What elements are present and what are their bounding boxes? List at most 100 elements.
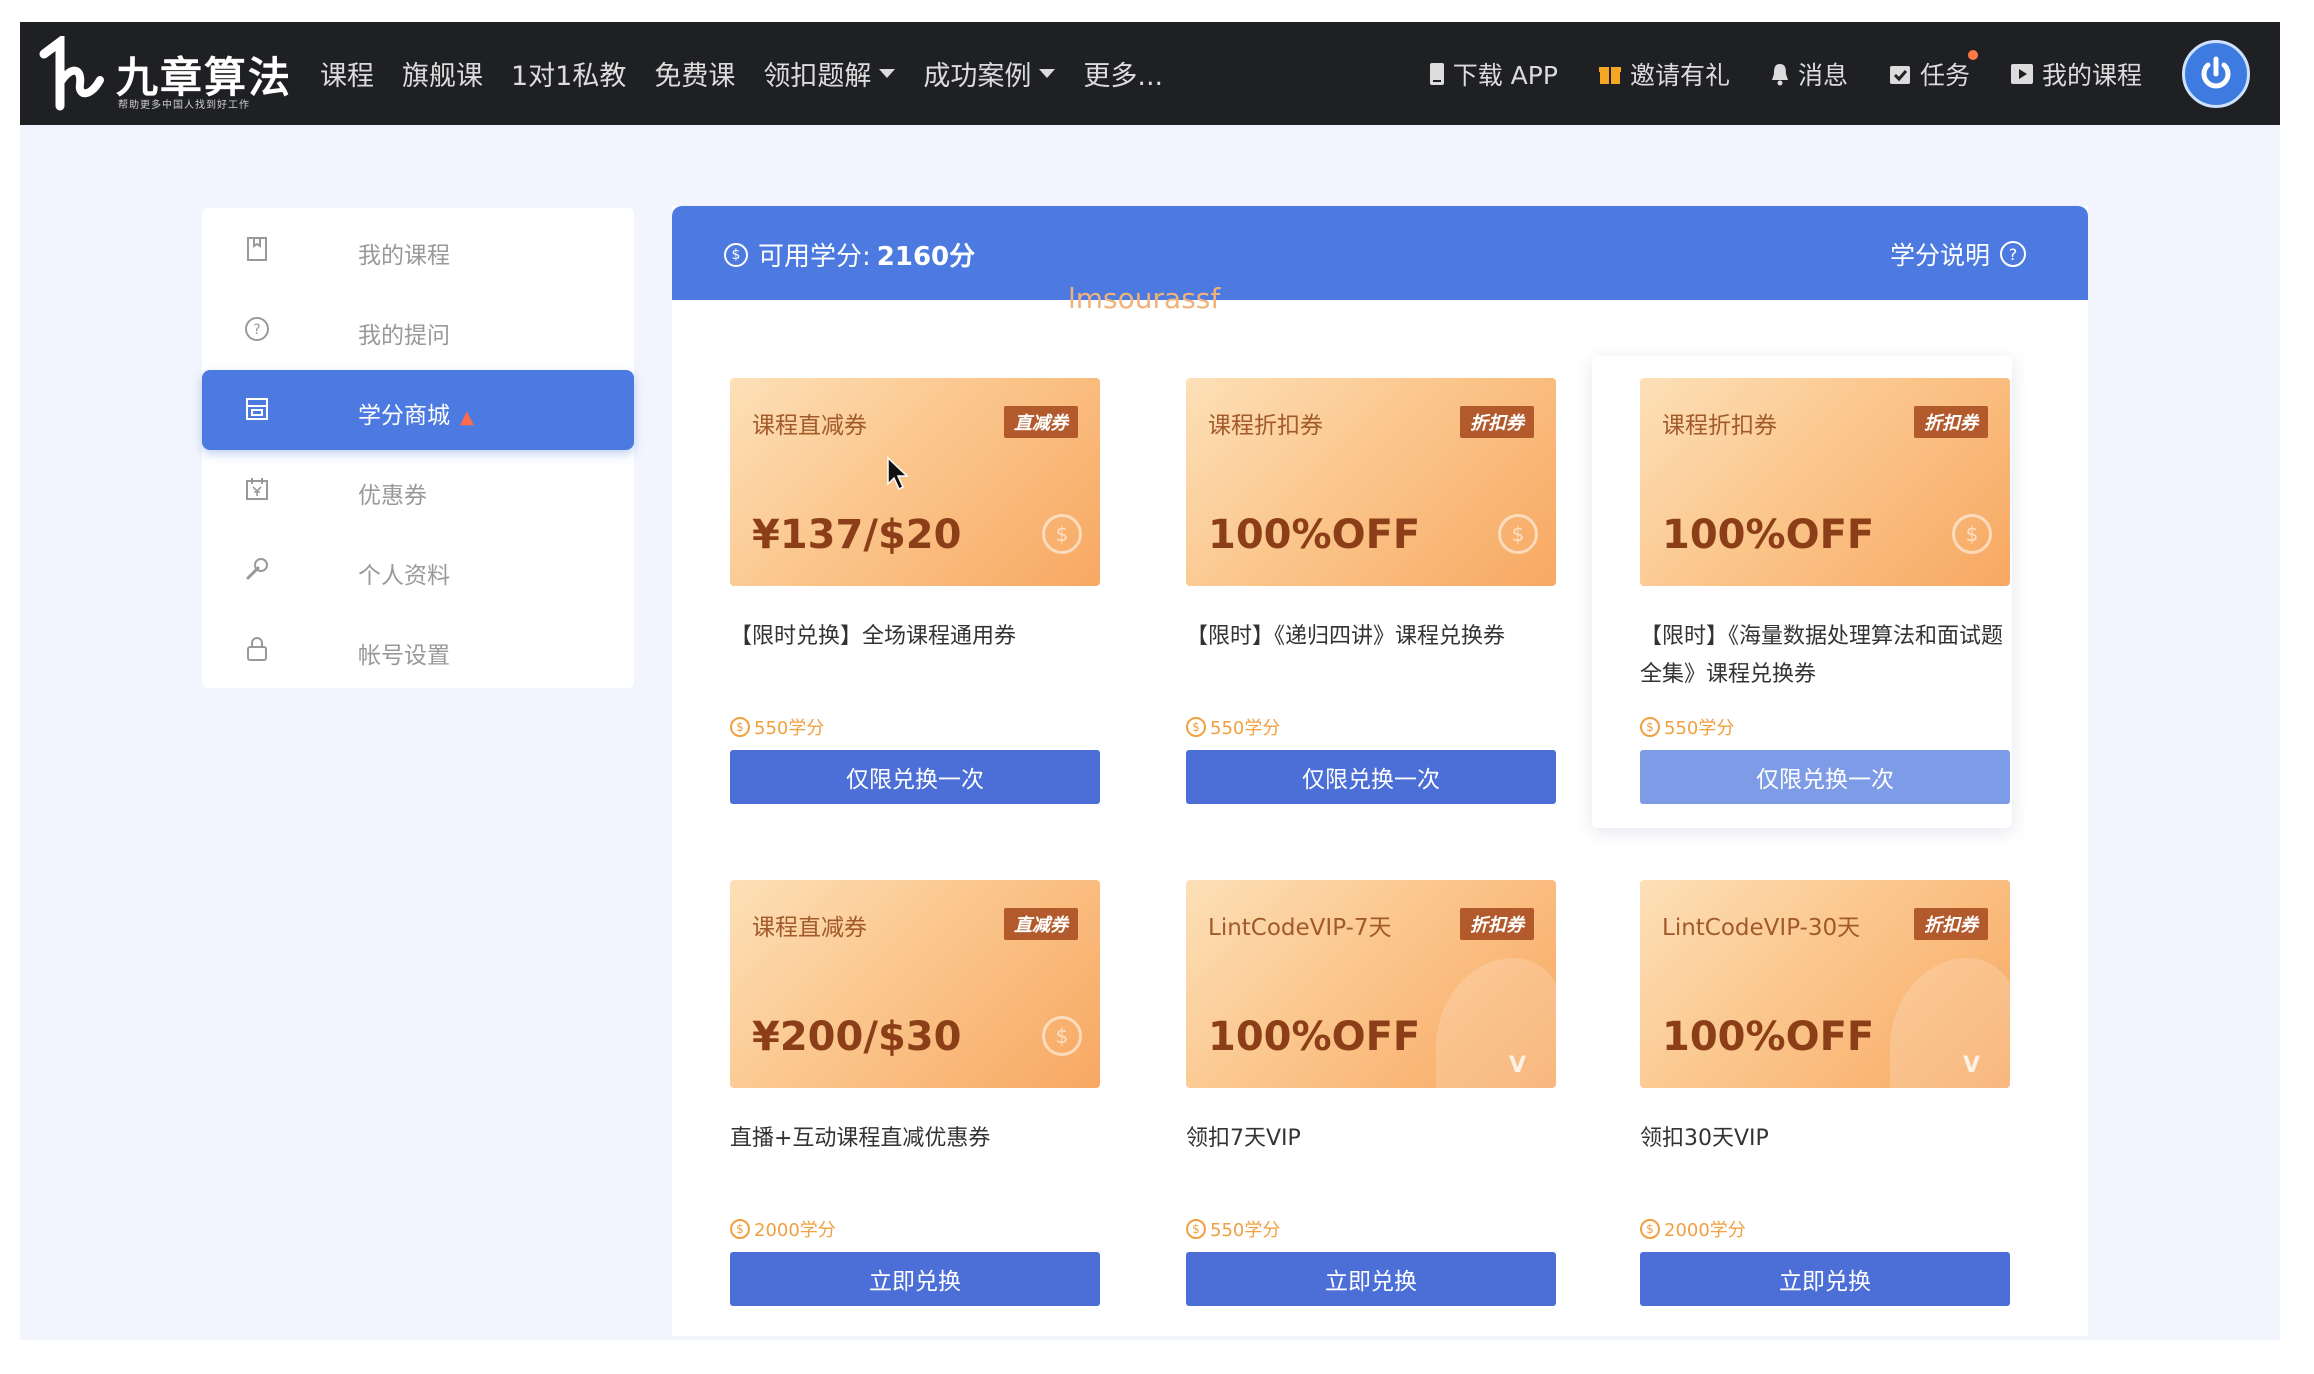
coin-icon: $ — [1186, 1219, 1206, 1239]
credit-banner: $ 可用学分: 2160分 学分说明 ? lmsourassf — [672, 206, 2088, 315]
coin-icon: $ — [1498, 514, 1538, 554]
mouse-cursor-icon — [887, 456, 909, 491]
nav-link-cases[interactable]: 成功案例 — [923, 54, 1056, 93]
flame-decoration — [1436, 958, 1556, 1088]
available-credits: $ 可用学分: 2160分 — [724, 236, 975, 273]
tasks-link[interactable]: 任务 — [1888, 49, 1978, 92]
nav-link-free[interactable]: 免费课 — [654, 54, 735, 93]
notification-dot — [1967, 49, 1978, 60]
flame-decoration — [1890, 958, 2010, 1088]
card-title: 直播+互动课程直减优惠券 — [730, 1126, 991, 1151]
sidebar-item-label: 个人资料 — [358, 563, 450, 589]
coupon-image: 课程直减券 直减券 ¥137/$20 $ — [730, 378, 1100, 586]
redeem-button[interactable]: 立即兑换 — [1640, 1252, 2010, 1306]
coupon-tag: 折扣券 — [1460, 406, 1534, 438]
logo-subtitle: 帮助更多中国人找到好工作 — [118, 100, 250, 111]
bell-icon — [1770, 62, 1790, 86]
card-price-label: 550学分 — [754, 718, 825, 739]
wrench-icon — [242, 554, 272, 584]
nav-link-tutoring[interactable]: 1对1私教 — [511, 54, 626, 93]
sidebar-item-credit-store[interactable]: 学分商城 ▲ — [202, 370, 634, 450]
coupon-type: LintCodeVIP-7天 — [1208, 915, 1392, 941]
store-card: LintCodeVIP-7天 折扣券 100%OFF V 领扣7天VIP $55… — [1138, 858, 1558, 1328]
nav-link-label: 1对1私教 — [511, 61, 627, 92]
nav-link-solutions[interactable]: 领扣题解 — [763, 54, 896, 93]
coupon-tag: 折扣券 — [1914, 908, 1988, 940]
checkbox-icon — [1888, 62, 1912, 86]
nav-links: 课程 旗舰课 1对1私教 免费课 领扣题解 成功案例 更多... — [320, 22, 1191, 125]
card-title: 【限时】《递归四讲》课程兑换券 — [1186, 624, 1506, 649]
store-card: 课程折扣券 折扣券 100%OFF $ 【限时】《递归四讲》课程兑换券 $550… — [1138, 356, 1558, 826]
invite-link[interactable]: 邀请有礼 — [1598, 56, 1730, 92]
avatar[interactable] — [2182, 39, 2250, 108]
nav-link-label: 免费课 — [654, 61, 736, 92]
nav-link-label: 课程 — [320, 61, 374, 92]
coupon-type: 课程直减券 — [752, 413, 867, 439]
download-app-label: 下载 APP — [1452, 60, 1558, 90]
gift-icon — [1598, 62, 1622, 86]
sidebar-item-label: 学分商城 — [358, 403, 450, 429]
card-price: $2000学分 — [1640, 1216, 1746, 1242]
nav-link-label: 领扣题解 — [763, 61, 872, 92]
sidebar-item-account-settings[interactable]: 帐号设置 — [202, 610, 634, 690]
my-courses-link[interactable]: 我的课程 — [2010, 56, 2142, 92]
nav-right: 下载 APP 邀请有礼 消息 任务 我的课程 — [1389, 22, 2250, 125]
coin-icon: $ — [1042, 1016, 1082, 1056]
coin-icon: $ — [1640, 1219, 1660, 1239]
sidebar-item-coupons[interactable]: 优惠券 — [202, 450, 634, 530]
sidebar-item-profile[interactable]: 个人资料 — [202, 530, 634, 610]
store-card: LintCodeVIP-30天 折扣券 100%OFF V 领扣30天VIP $… — [1592, 858, 2012, 1328]
download-app-link[interactable]: 下载 APP — [1429, 56, 1558, 92]
logo-icon — [39, 36, 104, 111]
coupon-value: ¥137/$20 — [752, 512, 962, 558]
coupon-value: 100%OFF — [1662, 512, 1875, 558]
coupon-tag: 折扣券 — [1914, 406, 1988, 438]
sidebar-item-label: 优惠券 — [358, 483, 427, 509]
coin-icon: $ — [724, 242, 748, 267]
redeem-button[interactable]: 仅限兑换一次 — [1640, 750, 2010, 804]
sidebar-item-my-courses[interactable]: 我的课程 — [202, 210, 634, 290]
redeem-button[interactable]: 立即兑换 — [1186, 1252, 1556, 1306]
redeem-button[interactable]: 仅限兑换一次 — [1186, 750, 1556, 804]
my-courses-label: 我的课程 — [2041, 60, 2142, 90]
watermark: lmsourassf — [1068, 282, 1221, 315]
coupon-type: 课程直减券 — [752, 915, 867, 941]
tasks-label: 任务 — [1919, 60, 1970, 90]
logo[interactable]: 九章算法 帮助更多中国人找到好工作 — [38, 36, 298, 112]
nav-link-flagship[interactable]: 旗舰课 — [402, 54, 483, 93]
coupon-tag: 直减券 — [1004, 406, 1078, 438]
nav-link-more[interactable]: 更多... — [1083, 54, 1163, 93]
card-price-label: 2000学分 — [754, 1220, 836, 1241]
credit-store-panel: $ 可用学分: 2160分 学分说明 ? lmsourassf 课程直减券 直减… — [672, 206, 2088, 1336]
vip-icon: V — [1962, 1053, 1980, 1078]
sidebar-item-label: 我的提问 — [358, 323, 450, 349]
chevron-down-icon — [1039, 69, 1056, 78]
nav-link-label: 更多... — [1083, 61, 1164, 92]
coupon-tag: 折扣券 — [1460, 908, 1534, 940]
nav-link-label: 成功案例 — [923, 61, 1032, 92]
card-price-label: 550学分 — [1210, 1220, 1281, 1241]
coupon-image: LintCodeVIP-30天 折扣券 100%OFF V — [1640, 880, 2010, 1088]
vip-icon: V — [1508, 1053, 1526, 1078]
coupon-icon — [242, 474, 272, 504]
svg-text:?: ? — [253, 322, 260, 338]
card-price: $2000学分 — [730, 1216, 836, 1242]
coupon-value: 100%OFF — [1662, 1014, 1875, 1060]
redeem-button[interactable]: 立即兑换 — [730, 1252, 1100, 1306]
hot-icon: ▲ — [460, 407, 474, 428]
coin-icon: $ — [730, 1219, 750, 1239]
coupon-type: 课程折扣券 — [1208, 413, 1323, 439]
card-price: $550学分 — [1640, 714, 1734, 740]
redeem-button[interactable]: 仅限兑换一次 — [730, 750, 1100, 804]
coupon-image: 课程折扣券 折扣券 100%OFF $ — [1186, 378, 1556, 586]
messages-link[interactable]: 消息 — [1770, 56, 1848, 92]
chevron-down-icon — [879, 69, 896, 78]
card-price-label: 550学分 — [1664, 718, 1735, 739]
credit-explain-link[interactable]: 学分说明 ? — [1890, 236, 2026, 272]
card-title: 领扣30天VIP — [1640, 1126, 1769, 1151]
nav-link-courses[interactable]: 课程 — [320, 54, 374, 93]
sidebar-item-my-questions[interactable]: ? 我的提问 — [202, 290, 634, 370]
card-price: $550学分 — [1186, 1216, 1280, 1242]
card-price-label: 2000学分 — [1664, 1220, 1746, 1241]
lock-icon — [242, 634, 272, 664]
